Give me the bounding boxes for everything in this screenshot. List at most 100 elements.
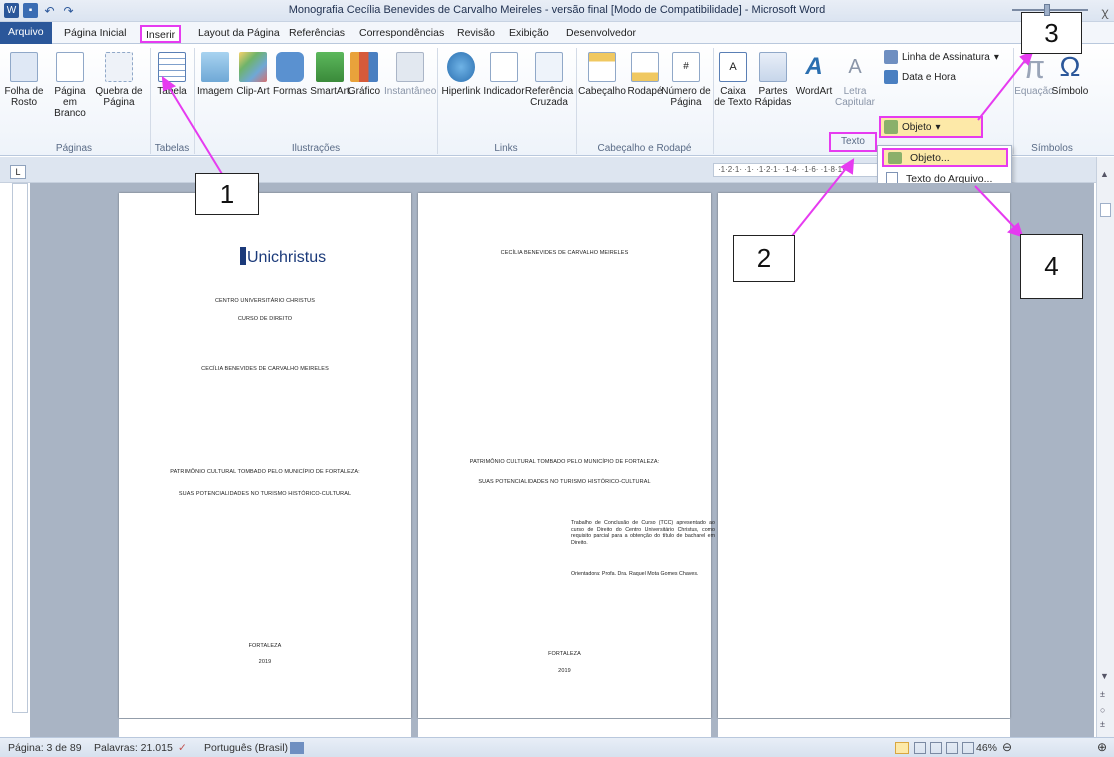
folha-de-rosto-button[interactable]: Folha de Rosto <box>2 52 46 108</box>
rodape-button[interactable]: Rodapé <box>625 52 665 97</box>
ribbon: Folha de Rosto Página em Branco Quebra d… <box>0 44 1114 156</box>
tabela-button[interactable]: Tabela <box>152 52 192 97</box>
callout-1: 1 <box>195 173 259 215</box>
formas-button[interactable]: Formas <box>272 52 308 97</box>
scroll-thumb[interactable] <box>1100 203 1111 217</box>
proofing-icon[interactable]: ✓ <box>178 742 187 754</box>
group-label-texto: Texto <box>829 132 877 152</box>
web-layout-icon[interactable] <box>930 742 942 754</box>
footer-icon <box>631 52 659 82</box>
numero-de-pagina-button[interactable]: # Número de Página <box>660 52 712 108</box>
prev-page-icon[interactable]: ± <box>1100 689 1105 699</box>
tab-arquivo[interactable]: Arquivo <box>0 22 52 44</box>
linha-de-assinatura-button[interactable]: Linha de Assinatura ▾ <box>884 50 999 64</box>
zoom-in-icon[interactable]: ⊕ <box>1097 740 1107 754</box>
instantaneo-button[interactable]: Instantâneo <box>384 52 436 97</box>
browse-object-icon[interactable]: ○ <box>1100 705 1105 715</box>
tab-revisao[interactable]: Revisão <box>453 25 499 43</box>
tab-layout[interactable]: Layout da Página <box>194 25 284 43</box>
next-page-icon[interactable]: ± <box>1100 719 1105 729</box>
imagem-button[interactable]: Imagem <box>196 52 234 97</box>
vertical-scrollbar[interactable]: ▲ ▼ ± ○ ± <box>1096 157 1114 737</box>
macro-icon[interactable] <box>290 742 304 754</box>
indicador-button[interactable]: Indicador <box>480 52 528 97</box>
tab-selector[interactable]: L <box>10 165 26 179</box>
shapes-icon <box>276 52 304 82</box>
quick-parts-icon <box>759 52 787 82</box>
page-text: 2019 <box>258 659 272 665</box>
advisor-note: Orientadora: Profa. Dra. Raquel Mota Gom… <box>571 571 699 577</box>
scroll-up-icon[interactable]: ▲ <box>1100 169 1109 179</box>
page-text: CECÍLIA BENEVIDES DE CARVALHO MEIRELES <box>201 366 329 372</box>
print-layout-icon[interactable] <box>895 742 909 754</box>
cabecalho-button[interactable]: Cabeçalho <box>577 52 627 97</box>
separator <box>194 48 195 154</box>
full-screen-icon[interactable] <box>914 742 926 754</box>
partes-rapidas-button[interactable]: Partes Rápidas <box>752 52 794 108</box>
page-text: CURSO DE DIREITO <box>237 316 293 322</box>
language[interactable]: Português (Brasil) <box>204 742 288 754</box>
referencia-cruzada-button[interactable]: Referência Cruzada <box>524 52 574 108</box>
screenshot-icon <box>396 52 424 82</box>
globe-icon <box>447 52 475 82</box>
group-label-cabecalho: Cabeçalho e Rodapé <box>597 143 692 154</box>
page-6 <box>718 719 1010 739</box>
ribbon-tabs: Arquivo Página Inicial Inserir Layout da… <box>0 22 1114 44</box>
object-icon <box>884 120 898 134</box>
group-label-links: Links <box>494 143 518 154</box>
zoom-level[interactable]: 46% <box>976 742 997 754</box>
ruler-strip[interactable]: ·1·2·1· ·1· ·1·2·1· ·1·4· ·1·6· ·1·8·1· <box>713 163 883 177</box>
wordart-button[interactable]: A WordArt <box>794 52 834 97</box>
hiperlink-button[interactable]: Hiperlink <box>438 52 484 97</box>
clip-art-button[interactable]: Clip-Art <box>234 52 272 97</box>
menu-item-objeto[interactable]: Objeto... <box>882 148 1008 167</box>
calendar-icon <box>884 70 898 84</box>
page-text: PATRIMÔNIO CULTURAL TOMBADO PELO MUNICÍP… <box>170 469 360 475</box>
table-icon <box>158 52 186 82</box>
callout-4: 4 <box>1020 234 1083 299</box>
separator <box>150 48 151 154</box>
page-text: 2019 <box>558 668 571 674</box>
text-box-icon: A <box>719 52 747 82</box>
letra-capitular-button[interactable]: A Letra Capitular <box>834 52 876 108</box>
tcc-note: Trabalho de Conclusão de Curso (TCC) apr… <box>571 520 715 546</box>
tab-inserir[interactable]: Inserir <box>140 25 182 43</box>
page-count[interactable]: Página: 3 de 89 <box>8 742 82 754</box>
tab-pagina-inicial[interactable]: Página Inicial <box>60 25 130 43</box>
page-text: FORTALEZA <box>248 643 282 649</box>
tab-correspondencias[interactable]: Correspondências <box>355 25 448 43</box>
tab-exibicao[interactable]: Exibição <box>505 25 553 43</box>
caixa-de-texto-button[interactable]: A Caixa de Texto <box>714 52 752 108</box>
objeto-button[interactable]: Objeto ▾ <box>879 116 983 138</box>
page-text: CENTRO UNIVERSITÁRIO CHRISTUS <box>214 298 316 304</box>
tab-desenvolvedor[interactable]: Desenvolvedor <box>562 25 640 43</box>
page-text: SUAS POTENCIALIDADES NO TURISMO HISTÓRIC… <box>178 491 352 497</box>
group-label-paginas: Páginas <box>55 143 93 154</box>
quebra-de-pagina-button[interactable]: Quebra de Página <box>94 52 144 108</box>
equacao-button[interactable]: π Equação <box>1014 48 1054 97</box>
zoom-out-icon[interactable]: ⊖ <box>1002 740 1012 754</box>
draft-icon[interactable] <box>962 742 974 754</box>
data-e-hora-button[interactable]: Data e Hora <box>884 70 956 84</box>
page-4 <box>119 719 411 739</box>
unichristus-logo: Unichristus <box>240 247 326 267</box>
zoom-slider[interactable] <box>1012 9 1088 11</box>
scroll-down-icon[interactable]: ▼ <box>1100 671 1109 681</box>
object-icon <box>888 151 902 164</box>
pagina-em-branco-button[interactable]: Página em Branco <box>48 52 92 119</box>
grafico-button[interactable]: Gráfico <box>342 52 386 97</box>
zoom-thumb[interactable] <box>1043 4 1050 16</box>
bookmark-icon <box>490 52 518 82</box>
status-bar: Página: 3 de 89 Palavras: 21.015 ✓ Portu… <box>0 737 1114 757</box>
tab-referencias[interactable]: Referências <box>285 25 349 43</box>
blank-page-icon <box>56 52 84 82</box>
word-count[interactable]: Palavras: 21.015 <box>94 742 173 754</box>
outline-icon[interactable] <box>946 742 958 754</box>
page-5 <box>418 719 711 739</box>
page-break-icon <box>105 52 133 82</box>
close-icon[interactable]: ꭓ <box>1101 3 1108 20</box>
simbolo-button[interactable]: Ω Símbolo <box>1050 48 1090 97</box>
signature-icon <box>884 50 898 64</box>
wordart-icon: A <box>805 53 823 80</box>
group-label-ilustracoes: Ilustrações <box>291 143 341 154</box>
